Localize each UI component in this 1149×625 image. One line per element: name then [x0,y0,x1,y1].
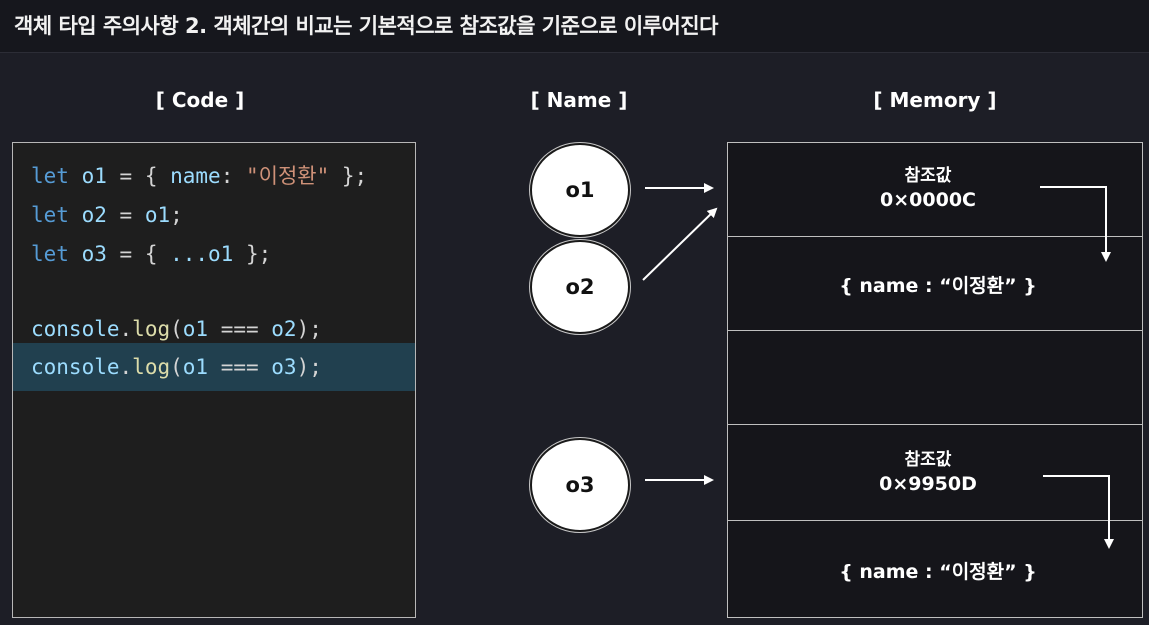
arrow-reference-2-to-object [1043,475,1114,549]
arrows-layer [642,183,1114,549]
arrow-o2-to-reference [642,207,718,281]
arrow-reference-1-to-object [1040,186,1111,262]
slide: 객체 타입 주의사항 2. 객체간의 비교는 기본적으로 참조값을 기준으로 이… [0,0,1149,625]
